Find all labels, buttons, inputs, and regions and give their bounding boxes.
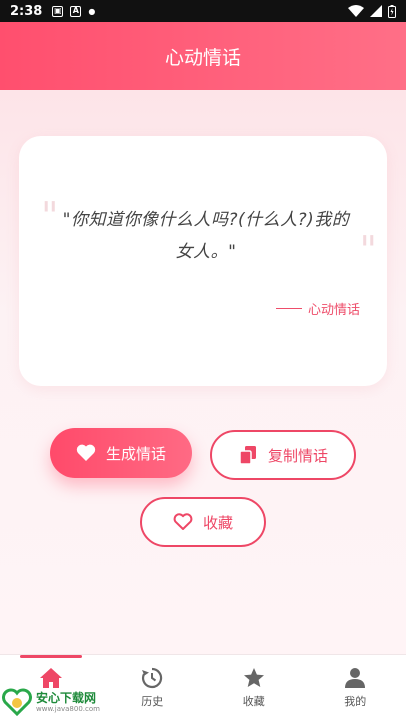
watermark-title: 安心下载网 [36,690,97,705]
favorite-label: 收藏 [202,513,233,532]
watermark: 安心下载网 www.java800.com [0,686,110,718]
heart-outline-icon [173,513,193,530]
page-title: 心动情话 [164,46,241,69]
history-icon [142,667,163,689]
nav-item-favorites[interactable]: 收藏 [203,655,305,721]
signal-icon [370,5,382,17]
app-bar: 心动情话 [0,22,406,90]
quote-card: " " "你知道你像什么人吗?(什么人?)我的女人。" 心动情话 [19,136,387,386]
dot-icon: ● [88,6,96,16]
notification-a-icon: A [70,5,82,17]
quote-source-label: 心动情话 [307,303,360,318]
generate-quote-button[interactable]: 生成情话 [50,428,192,478]
generate-quote-label: 生成情话 [105,444,166,463]
watermark-logo-icon [2,688,32,716]
status-bar: 2:38 ▣ A ● [0,0,406,22]
nav-label-history: 历史 [141,695,164,708]
notification-icon: ▣ [52,5,64,17]
watermark-sub: www.java800.com [36,704,100,713]
status-time: 2:38 [10,3,43,19]
wifi-icon [348,5,364,17]
nav-item-profile[interactable]: 我的 [305,655,406,721]
person-icon [345,668,366,688]
copy-icon [239,446,256,465]
nav-label-favorites: 收藏 [242,695,265,708]
copy-quote-label: 复制情话 [267,446,328,465]
quote-source: 心动情话 [275,299,360,318]
close-quote-mark-icon: " [359,228,377,272]
nav-label-profile: 我的 [344,695,367,708]
battery-icon [388,4,396,18]
copy-quote-button[interactable]: 复制情话 [210,430,356,480]
open-quote-mark-icon: " [41,194,59,238]
star-icon [243,668,264,687]
favorite-button[interactable]: 收藏 [140,497,266,547]
nav-item-history[interactable]: 历史 [102,655,204,721]
heart-icon [76,444,96,461]
source-dash [275,308,302,309]
quote-text: "你知道你像什么人吗?(什么人?)我的女人。" [62,210,350,262]
